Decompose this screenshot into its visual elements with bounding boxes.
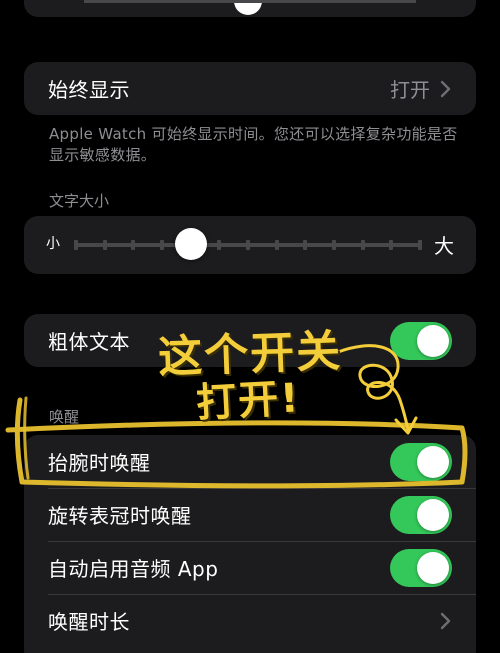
crown-rotation-toggle[interactable] (390, 495, 452, 534)
wrist-raise-toggle[interactable] (390, 442, 452, 481)
always-on-caption: Apple Watch 可始终显示时间。您还可以选择复杂功能是否显示敏感数据。 (49, 125, 458, 164)
auto-audio-app-row: 自动启用音频 App (24, 541, 476, 594)
text-size-slider-thumb[interactable] (174, 228, 207, 260)
text-size-slider-track[interactable] (74, 240, 422, 250)
text-size-small-label: 小 (46, 236, 60, 252)
slider-tick (303, 240, 308, 250)
wake-group: 抬腕时唤醒 旋转表冠时唤醒 自动启用音频 App 唤醒时长 (24, 435, 476, 653)
chevron-right-icon (440, 80, 451, 97)
wake-duration-row[interactable]: 唤醒时长 (24, 594, 476, 647)
annotation-line-2: 打开! (195, 375, 302, 427)
toggle-knob (417, 498, 449, 531)
text-size-large-label: 大 (434, 234, 454, 258)
crown-rotation-row: 旋转表冠时唤醒 (24, 488, 476, 541)
wrist-raise-label: 抬腕时唤醒 (48, 451, 151, 475)
slider-tick (360, 240, 365, 250)
always-on-row[interactable]: 始终显示 打开 (24, 62, 476, 115)
chevron-right-icon (440, 612, 451, 629)
slider-tick (217, 240, 222, 250)
toggle-knob (417, 445, 449, 478)
slider-tick (102, 240, 107, 250)
auto-audio-app-toggle[interactable] (390, 548, 452, 587)
slider-tick (160, 240, 164, 250)
slider-tick (131, 240, 136, 250)
crown-rotation-label: 旋转表冠时唤醒 (48, 504, 192, 528)
auto-audio-app-label: 自动启用音频 App (48, 557, 219, 581)
text-size-header: 文字大小 (49, 192, 110, 210)
always-on-value: 打开 (390, 78, 430, 102)
text-size-slider-group: 小 大 (24, 216, 476, 274)
wake-duration-label: 唤醒时长 (48, 610, 130, 634)
toggle-knob (417, 551, 449, 584)
brightness-slider-track[interactable] (84, 0, 416, 3)
wrist-raise-row: 抬腕时唤醒 (24, 435, 476, 488)
always-on-group: 始终显示 打开 (24, 62, 476, 115)
display-settings-screen: 始终显示 打开 Apple Watch 可始终显示时间。您还可以选择复杂功能是否… (0, 0, 500, 653)
slider-tick (74, 240, 78, 250)
bold-text-toggle[interactable] (390, 321, 452, 360)
slider-tick (418, 240, 422, 250)
slider-tick (246, 240, 250, 250)
slider-tick (389, 240, 394, 250)
brightness-slider-group (24, 0, 476, 17)
slider-tick (332, 240, 336, 250)
slider-tick (274, 240, 279, 250)
toggle-knob (417, 324, 449, 357)
always-on-label: 始终显示 (48, 78, 130, 102)
arrow-head-icon (394, 416, 418, 435)
wake-header: 唤醒 (49, 408, 80, 426)
